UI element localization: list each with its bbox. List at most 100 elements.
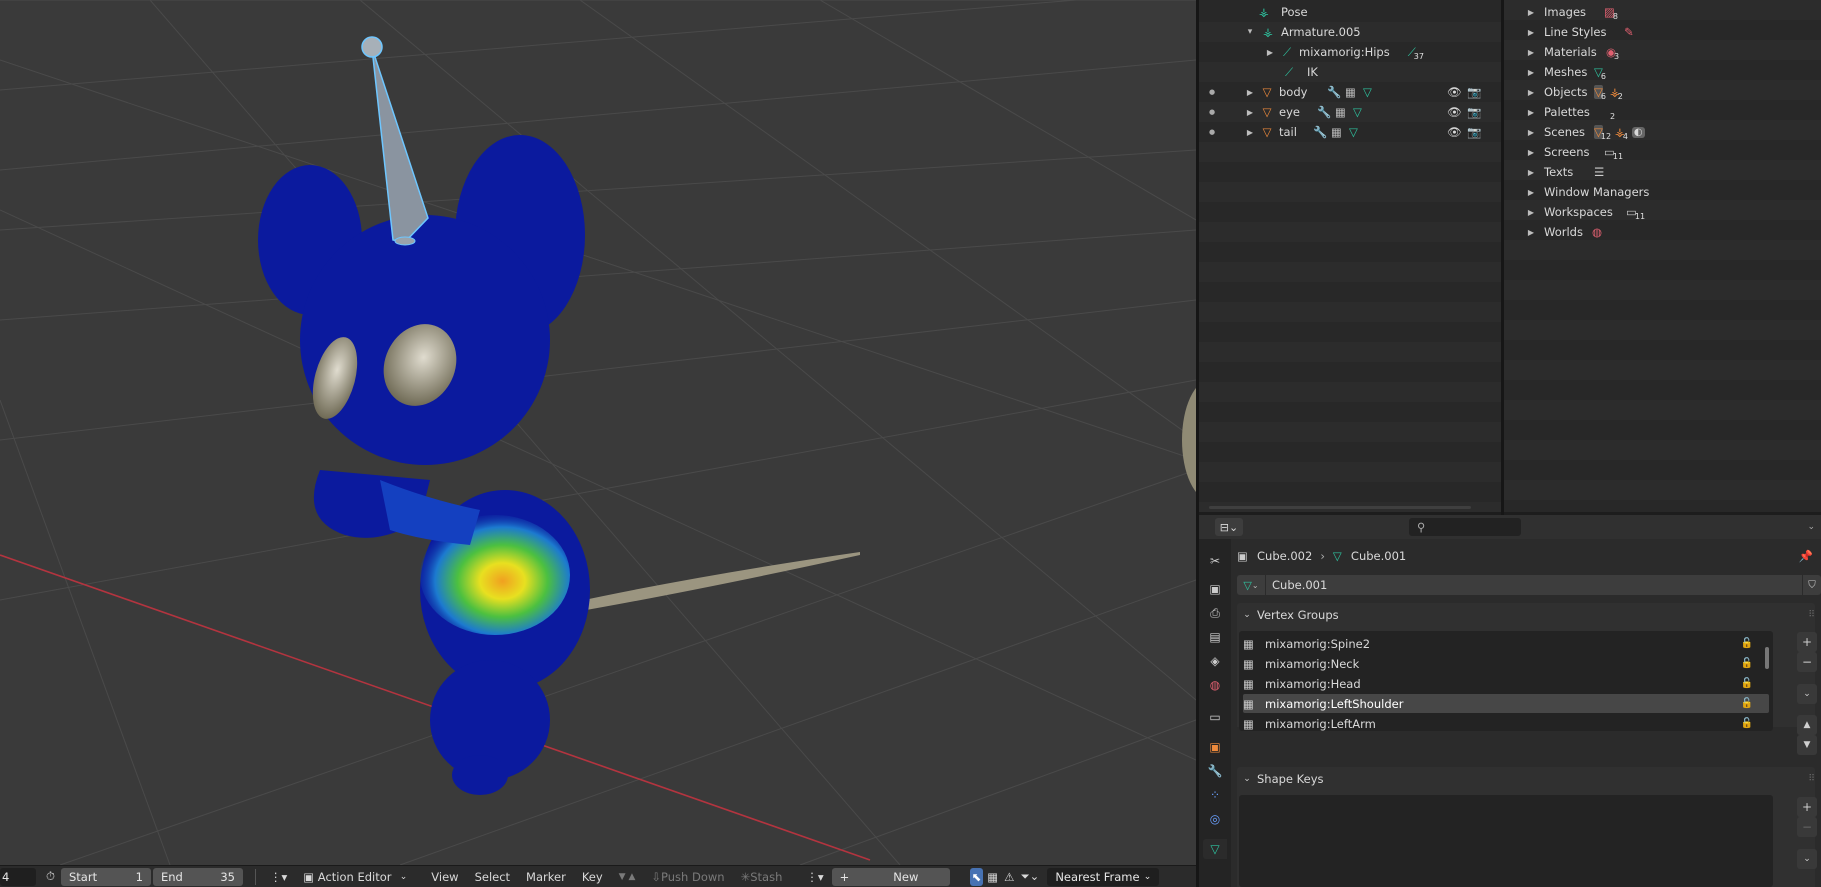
offscreen-object[interactable] [1182, 380, 1196, 500]
horizontal-scrollbar[interactable] [1209, 506, 1471, 509]
specials-menu-button[interactable]: ⌄ [1797, 684, 1817, 704]
properties-editor[interactable]: ⊟⌄ ⚲ ⌄ ✂ ▣ ⎙ ▤ ◈ ◍ ▭ ▣ 🔧 ⁘ ◎ ▽ ▣ Cube.00… [1199, 515, 1821, 887]
expand-triangle-icon[interactable]: ▶ [1245, 88, 1255, 97]
bf-item-materials[interactable]: ▶ Materials ◉ 3 [1504, 42, 1821, 62]
tab-tool[interactable]: ✂ [1205, 551, 1225, 571]
unlock-icon[interactable]: 🔓 [1741, 678, 1753, 689]
unlock-icon[interactable]: 🔓 [1741, 698, 1753, 709]
expand-triangle-icon[interactable]: ▶ [1245, 128, 1255, 137]
bf-item-workspaces[interactable]: ▶ Workspaces ▭ 11 [1504, 202, 1821, 222]
eye-icon[interactable]: 👁 [1447, 85, 1467, 99]
outliner-row-tail[interactable]: ● ▶ ▽ tail 🔧 ▦ ▽ 👁 📷 [1199, 122, 1501, 142]
tab-collection[interactable]: ▭ [1205, 707, 1225, 727]
menu-marker[interactable]: Marker [518, 868, 574, 886]
tab-world[interactable]: ◍ [1205, 675, 1225, 695]
selected-bone[interactable] [361, 36, 429, 246]
shape-keys-header[interactable]: ⌄ Shape Keys ⠿ [1237, 767, 1815, 791]
menu-select[interactable]: Select [467, 868, 518, 886]
filter-dropdown[interactable]: ⏷⌄ [1016, 868, 1043, 886]
pin-icon[interactable]: 📌 [1799, 549, 1813, 563]
search-input[interactable]: ⚲ [1409, 518, 1521, 536]
end-frame-field[interactable]: End 35 [152, 867, 243, 886]
bf-item-worlds[interactable]: ▶ Worlds ◍ [1504, 222, 1821, 242]
list-item[interactable]: ▦ mixamorig:Spine2 🔓 [1243, 634, 1769, 653]
tab-object[interactable]: ▣ [1205, 737, 1225, 757]
expand-triangle-icon[interactable]: ▾ [1245, 27, 1255, 37]
list-item-selected[interactable]: ▦ mixamorig:LeftShoulder 🔓 [1243, 694, 1769, 713]
expand-triangle-icon[interactable]: ▶ [1245, 108, 1255, 117]
vertex-groups-header[interactable]: ⌄ Vertex Groups ⠿ [1237, 603, 1815, 627]
hidden-toggle[interactable]: ▦ [983, 868, 1002, 886]
move-down-button[interactable]: ▼ [1797, 735, 1817, 755]
drag-handle-icon[interactable]: ⠿ [1808, 774, 1815, 784]
menu-key[interactable]: Key [574, 868, 611, 886]
bf-item-texts[interactable]: ▶ Texts ☰ [1504, 162, 1821, 182]
menu-view[interactable]: View [423, 868, 466, 886]
remove-shape-key-button[interactable]: − [1797, 817, 1817, 837]
bf-item-scenes[interactable]: ▶ Scenes ▽ 12 ⚶ 4 ◐ [1504, 122, 1821, 142]
bf-item-linestyles[interactable]: ▶ Line Styles ✎ [1504, 22, 1821, 42]
list-item[interactable]: ▦ mixamorig:Neck 🔓 [1243, 654, 1769, 673]
list-item[interactable]: ▦ mixamorig:Head 🔓 [1243, 674, 1769, 693]
layer-down-icon[interactable]: ▼ ▲ [611, 868, 644, 886]
outliner-row-hips[interactable]: ▶ ⟋ mixamorig:Hips ⟋ 37 [1199, 42, 1501, 62]
outliner-row-ik[interactable]: ⟋ IK [1199, 62, 1501, 82]
snap-dropdown[interactable]: Nearest Frame ⌄ [1047, 867, 1160, 886]
tab-output[interactable]: ⎙ [1205, 603, 1225, 623]
bf-item-images[interactable]: ▶ Images ▨ 8 [1504, 2, 1821, 22]
errors-toggle[interactable]: ⚠ [1002, 868, 1016, 886]
only-selected-toggle[interactable]: ⬉ [969, 867, 984, 886]
drag-handle-icon[interactable]: ⠿ [1808, 610, 1815, 620]
tab-mesh-data[interactable]: ▽ [1203, 839, 1227, 859]
stash-button[interactable]: ✳ Stash [733, 868, 791, 886]
mode-dropdown[interactable]: ▣ Action Editor ⌄ [295, 868, 415, 886]
3d-viewport[interactable] [0, 0, 1196, 865]
current-frame-field[interactable]: 4 [0, 867, 36, 886]
shape-keys-list[interactable] [1239, 795, 1773, 887]
list-scrollbar[interactable] [1765, 647, 1769, 669]
expand-triangle-icon[interactable]: ▶ [1265, 48, 1275, 57]
mouse-model[interactable] [258, 135, 590, 795]
push-down-button[interactable]: ⇩ Push Down [643, 868, 732, 886]
shape-key-specials-button[interactable]: ⌄ [1797, 849, 1817, 869]
tab-render[interactable]: ▣ [1205, 579, 1225, 599]
outliner-row-eye[interactable]: ● ▶ ▽ eye 🔧 ▦ ▽ 👁 📷 [1199, 102, 1501, 122]
start-frame-field[interactable]: Start 1 [60, 867, 151, 886]
editor-type-dropdown[interactable]: ⋮▾ [262, 868, 295, 886]
unlock-icon[interactable]: 🔓 [1741, 718, 1753, 729]
vertex-groups-list[interactable]: ▦ mixamorig:Spine2 🔓 ▦ mixamorig:Neck 🔓 ▦ mix… [1239, 631, 1773, 731]
unlock-icon[interactable]: 🔓 [1741, 658, 1753, 669]
datablock-browse[interactable]: ▽ ⌄ [1237, 575, 1265, 595]
outliner-row-armature[interactable]: ▾ ⚶ Armature.005 [1199, 22, 1501, 42]
editor-type-dropdown[interactable]: ⊟⌄ [1215, 518, 1243, 536]
bf-item-objects[interactable]: ▶ Objects ▽ 6 ⚶ 2 [1504, 82, 1821, 102]
add-shape-key-button[interactable]: + [1797, 797, 1817, 817]
bf-item-palettes[interactable]: ▶ Palettes 2 [1504, 102, 1821, 122]
tab-modifiers[interactable]: 🔧 [1205, 761, 1225, 781]
bf-item-meshes[interactable]: ▶ Meshes ▽ 6 [1504, 62, 1821, 82]
add-group-button[interactable]: + [1797, 632, 1817, 652]
action-browse-dropdown[interactable]: ⋮▾ [798, 868, 831, 886]
fake-user-button[interactable]: ⛉ [1803, 575, 1821, 595]
tab-scene[interactable]: ◈ [1205, 651, 1225, 671]
tab-view-layer[interactable]: ▤ [1205, 627, 1225, 647]
bf-item-screens[interactable]: ▶ Screens ▭ 11 [1504, 142, 1821, 162]
outliner-row-body[interactable]: ● ▶ ▽ body 🔧 ▦ ▽ 👁 📷 [1199, 82, 1501, 102]
chevron-down-icon[interactable]: ⌄ [1807, 522, 1815, 532]
eye-icon[interactable]: 👁 [1447, 125, 1467, 139]
camera-icon[interactable]: 📷 [1467, 125, 1487, 139]
blend-file-view[interactable]: ▶ Images ▨ 8 ▶ Line Styles ✎ ▶ Materials ◉ 3 ▶ Me… [1504, 0, 1821, 512]
datablock-name-field[interactable]: Cube.001 [1266, 575, 1802, 595]
outliner-row-pose[interactable]: ⚶ Pose [1199, 2, 1501, 22]
unlock-icon[interactable]: 🔓 [1741, 638, 1753, 649]
new-action-button[interactable]: + New [831, 867, 950, 886]
bf-item-windowmanagers[interactable]: ▶ Window Managers [1504, 182, 1821, 202]
tab-physics[interactable]: ◎ [1205, 809, 1225, 829]
tab-particles[interactable]: ⁘ [1205, 785, 1225, 805]
camera-icon[interactable]: 📷 [1467, 85, 1487, 99]
move-up-button[interactable]: ▲ [1797, 715, 1817, 735]
list-item[interactable]: ▦ mixamorig:LeftArm 🔓 [1243, 714, 1769, 733]
remove-group-button[interactable]: − [1797, 652, 1817, 672]
outliner[interactable]: ⚶ Pose ▾ ⚶ Armature.005 ▶ ⟋ mixamorig:Hi… [1199, 0, 1501, 512]
camera-icon[interactable]: 📷 [1467, 105, 1487, 119]
